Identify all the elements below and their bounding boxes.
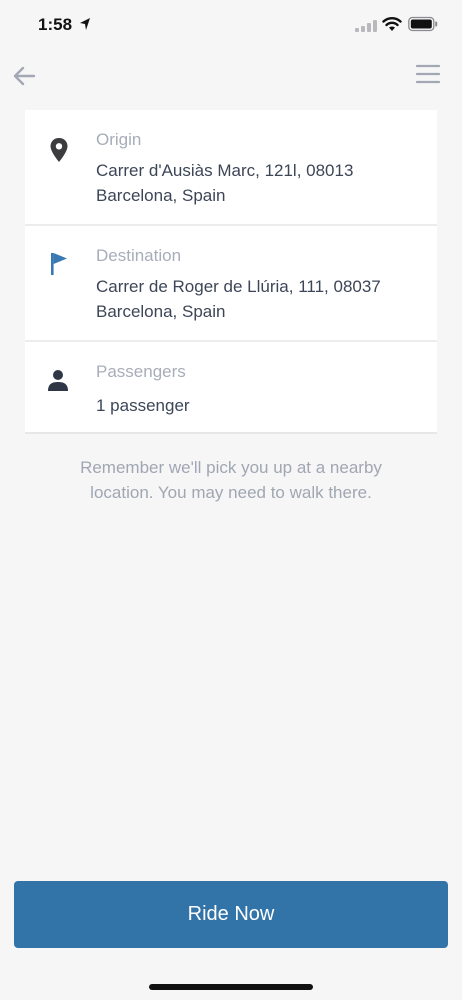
map-pin-icon	[50, 138, 68, 162]
location-arrow-icon	[80, 18, 90, 30]
trip-card: Origin Carrer d'Ausiàs Marc, 121l, 08013…	[25, 110, 437, 434]
hamburger-menu-icon[interactable]	[414, 62, 442, 86]
home-indicator	[149, 984, 313, 990]
status-bar: 1:58	[0, 0, 462, 50]
cellular-signal-icon	[355, 20, 377, 32]
arrow-left-icon[interactable]	[10, 64, 38, 88]
flag-icon	[51, 253, 67, 275]
person-icon	[48, 370, 68, 391]
wifi-icon	[382, 17, 402, 31]
origin-address: Carrer d'Ausiàs Marc, 121l, 08013 Barcel…	[96, 161, 354, 205]
pickup-notice: Remember we'll pick you up at a nearby l…	[80, 458, 382, 502]
passengers-label: Passengers	[96, 362, 186, 381]
destination-label: Destination	[96, 246, 182, 265]
nav-bar	[0, 56, 462, 96]
destination-row[interactable]: Destination Carrer de Roger de Llúria, 1…	[25, 226, 437, 342]
origin-row[interactable]: Origin Carrer d'Ausiàs Marc, 121l, 08013…	[25, 110, 437, 226]
passengers-row[interactable]: Passengers 1 passenger	[25, 342, 437, 434]
ride-now-button[interactable]: Ride Now	[14, 881, 448, 948]
screen: 1:58 Origin Carrer d'Ausiàs Marc, 121l, …	[0, 0, 462, 1000]
status-time: 1:58	[38, 15, 73, 34]
destination-address: Carrer de Roger de Llúria, 111, 08037 Ba…	[96, 277, 381, 321]
battery-icon	[408, 16, 438, 32]
origin-label: Origin	[96, 130, 142, 149]
passengers-value: 1 passenger	[96, 396, 190, 415]
